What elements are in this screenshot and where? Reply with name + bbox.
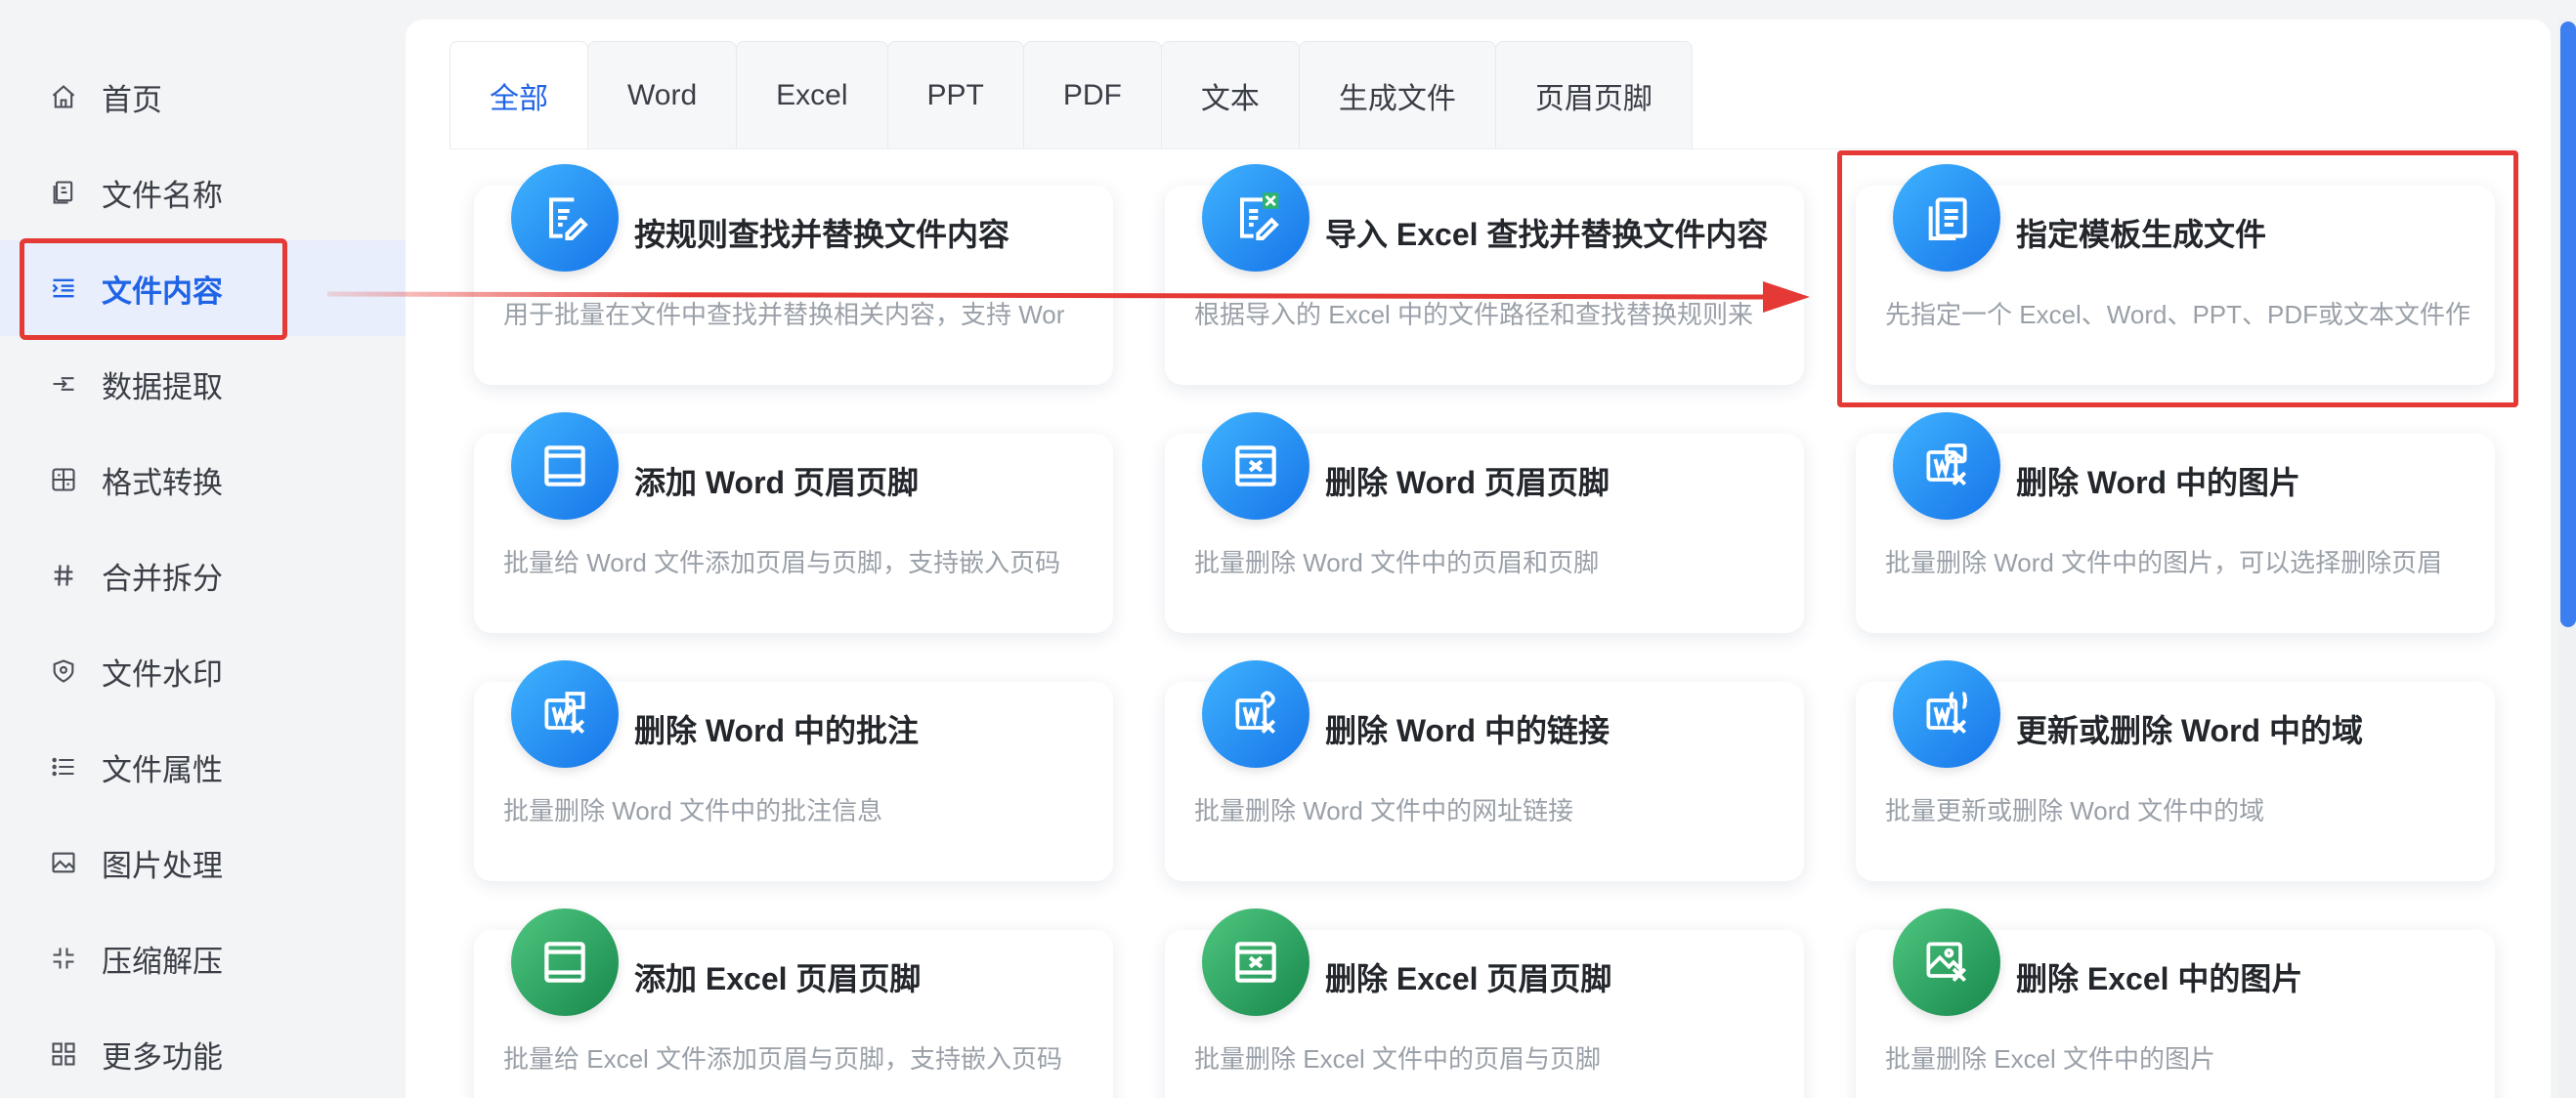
sidebar-item-format-convert[interactable]: 格式转换 — [0, 432, 406, 528]
file-name-icon — [49, 178, 78, 207]
card-delete-word-links[interactable]: 删除 Word 中的链接 批量删除 Word 文件中的网址链接 — [1165, 660, 1804, 881]
card-title: 删除 Word 中的链接 — [1325, 713, 1610, 748]
sidebar-item-data-extract[interactable]: 数据提取 — [0, 336, 406, 432]
card-title: 按规则查找并替换文件内容 — [634, 217, 1010, 252]
tab-excel[interactable]: Excel — [736, 41, 888, 148]
card-description: 批量删除 Excel 文件中的页眉与页脚 — [1194, 1044, 1602, 1074]
card-delete-excel-images[interactable]: 删除 Excel 中的图片 批量删除 Excel 文件中的图片 — [1856, 908, 2495, 1098]
sidebar-item-home[interactable]: 首页 — [0, 49, 406, 145]
card-description: 批量删除 Word 文件中的批注信息 — [503, 796, 883, 825]
card-title: 删除 Word 中的批注 — [634, 713, 919, 748]
sidebar-item-file-name[interactable]: 文件名称 — [0, 145, 406, 240]
card-title: 删除 Excel 页眉页脚 — [1325, 961, 1612, 996]
card-title: 删除 Word 中的图片 — [2016, 465, 2300, 500]
hash-icon — [49, 561, 78, 590]
scrollbar-thumb[interactable] — [2560, 21, 2576, 627]
card-title: 更新或删除 Word 中的域 — [2016, 713, 2363, 748]
card-description: 批量给 Word 文件添加页眉与页脚，支持嵌入页码 — [503, 548, 1061, 577]
tab-header-footer[interactable]: 页眉页脚 — [1494, 41, 1693, 148]
compress-icon — [49, 944, 78, 973]
list-icon — [49, 752, 78, 781]
card-description: 批量删除 Word 文件中的页眉和页脚 — [1194, 548, 1600, 577]
home-icon — [49, 82, 78, 111]
card-description: 先指定一个 Excel、Word、PPT、PDF或文本文件作 — [1885, 300, 2471, 329]
list-indent-icon — [49, 274, 78, 303]
card-title: 指定模板生成文件 — [2016, 217, 2267, 252]
card-description: 根据导入的 Excel 中的文件路径和查找替换规则来 — [1194, 300, 1754, 329]
word-link-delete-icon — [1202, 660, 1309, 768]
sidebar-item-watermark[interactable]: 文件水印 — [0, 623, 406, 719]
sidebar-item-more[interactable]: 更多功能 — [0, 1006, 406, 1098]
watermark-icon — [49, 656, 78, 686]
tab-word[interactable]: Word — [587, 41, 738, 148]
sidebar-item-compress[interactable]: 压缩解压 — [0, 910, 406, 1006]
sidebar-item-label: 图片处理 — [102, 848, 223, 883]
header-footer-delete-icon — [1202, 908, 1309, 1016]
sidebar-item-label: 格式转换 — [102, 465, 223, 500]
card-delete-word-comments[interactable]: 删除 Word 中的批注 批量删除 Word 文件中的批注信息 — [474, 660, 1113, 881]
image-icon — [49, 848, 78, 877]
sidebar-item-label: 文件内容 — [102, 274, 223, 309]
card-update-delete-word-fields[interactable]: 更新或删除 Word 中的域 批量更新或删除 Word 文件中的域 — [1856, 660, 2495, 881]
sidebar-item-label: 文件水印 — [102, 656, 223, 692]
excel-edit-icon — [1202, 164, 1309, 272]
card-find-replace-by-rule[interactable]: 按规则查找并替换文件内容 用于批量在文件中查找并替换相关内容，支持 Wor — [474, 164, 1113, 385]
header-footer-icon — [511, 908, 619, 1016]
card-delete-word-images[interactable]: 删除 Word 中的图片 批量删除 Word 文件中的图片，可以选择删除页眉 — [1856, 412, 2495, 633]
sidebar-item-label: 首页 — [102, 82, 162, 117]
card-description: 用于批量在文件中查找并替换相关内容，支持 Wor — [503, 300, 1065, 329]
sidebar-item-label: 更多功能 — [102, 1039, 223, 1075]
sidebar-item-label: 压缩解压 — [102, 944, 223, 979]
word-field-icon — [1893, 660, 2000, 768]
tab-text[interactable]: 文本 — [1160, 41, 1300, 148]
tab-pdf[interactable]: PDF — [1022, 41, 1162, 148]
extract-icon — [49, 369, 78, 399]
sidebar-item-image-processing[interactable]: 图片处理 — [0, 815, 406, 910]
sidebar-item-label: 数据提取 — [102, 369, 223, 404]
card-delete-word-header-footer[interactable]: 删除 Word 页眉页脚 批量删除 Word 文件中的页眉和页脚 — [1165, 412, 1804, 633]
card-template-generate-file[interactable]: 指定模板生成文件 先指定一个 Excel、Word、PPT、PDF或文本文件作 — [1856, 164, 2495, 385]
card-title: 添加 Excel 页眉页脚 — [634, 961, 922, 996]
tab-ppt[interactable]: PPT — [886, 41, 1024, 148]
sidebar-item-file-content[interactable]: 文件内容 — [0, 240, 406, 336]
card-description: 批量更新或删除 Word 文件中的域 — [1885, 796, 2265, 825]
sidebar-item-label: 合并拆分 — [102, 561, 223, 596]
sidebar-item-label: 文件名称 — [102, 178, 223, 213]
card-description: 批量删除 Word 文件中的网址链接 — [1194, 796, 1574, 825]
card-description: 批量删除 Excel 文件中的图片 — [1885, 1044, 2216, 1074]
card-add-excel-header-footer[interactable]: 添加 Excel 页眉页脚 批量给 Excel 文件添加页眉与页脚，支持嵌入页码 — [474, 908, 1113, 1098]
sidebar-item-file-properties[interactable]: 文件属性 — [0, 719, 406, 815]
excel-image-delete-icon — [1893, 908, 2000, 1016]
template-copy-icon — [1893, 164, 2000, 272]
edit-doc-icon — [511, 164, 619, 272]
category-tabs: 全部 Word Excel PPT PDF 文本 生成文件 页眉页脚 — [450, 41, 1693, 148]
tab-generate-file[interactable]: 生成文件 — [1298, 41, 1496, 148]
card-title: 导入 Excel 查找并替换文件内容 — [1325, 217, 1769, 252]
card-description: 批量给 Excel 文件添加页眉与页脚，支持嵌入页码 — [503, 1044, 1063, 1074]
header-footer-icon — [511, 412, 619, 520]
card-title: 删除 Word 页眉页脚 — [1325, 465, 1610, 500]
card-title: 删除 Excel 中的图片 — [2016, 961, 2303, 996]
card-delete-excel-header-footer[interactable]: 删除 Excel 页眉页脚 批量删除 Excel 文件中的页眉与页脚 — [1165, 908, 1804, 1098]
sidebar-item-merge-split[interactable]: 合并拆分 — [0, 528, 406, 623]
header-footer-delete-icon — [1202, 412, 1309, 520]
sidebar-item-label: 文件属性 — [102, 752, 223, 787]
convert-icon — [49, 465, 78, 494]
card-description: 批量删除 Word 文件中的图片，可以选择删除页眉 — [1885, 548, 2443, 577]
card-title: 添加 Word 页眉页脚 — [634, 465, 919, 500]
word-image-delete-icon — [1893, 412, 2000, 520]
card-add-word-header-footer[interactable]: 添加 Word 页眉页脚 批量给 Word 文件添加页眉与页脚，支持嵌入页码 — [474, 412, 1113, 633]
card-import-excel-find-replace[interactable]: 导入 Excel 查找并替换文件内容 根据导入的 Excel 中的文件路径和查找… — [1165, 164, 1804, 385]
tab-all[interactable]: 全部 — [450, 41, 588, 148]
grid-icon — [49, 1039, 78, 1069]
tabs-divider — [450, 148, 2521, 149]
word-comment-delete-icon — [511, 660, 619, 768]
sidebar: 首页 文件名称 文件内容 数据提取 格式转换 合并拆分 文件水印 文件属性 图片… — [0, 0, 406, 1098]
